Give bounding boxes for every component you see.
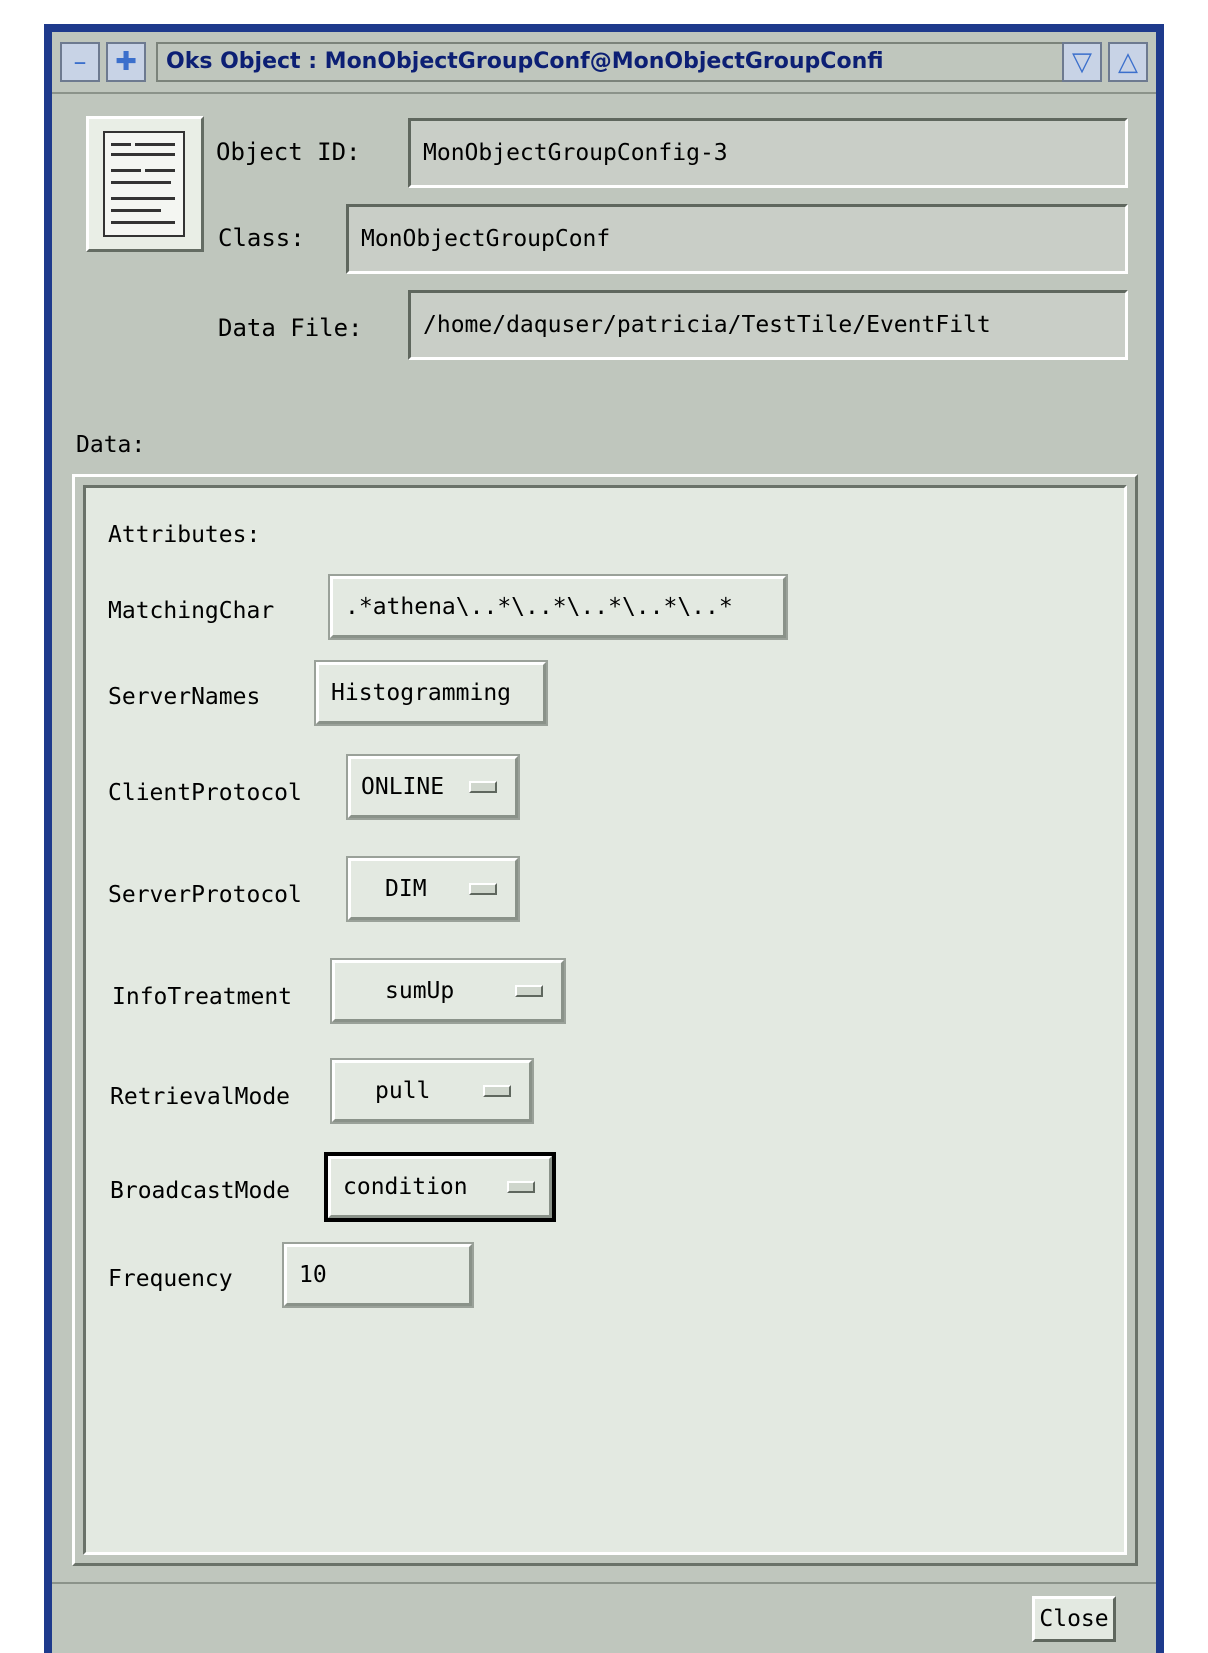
attribute-label-servernames: ServerNames	[108, 684, 261, 710]
option-menu-indicator-icon	[469, 781, 497, 793]
data-file-field[interactable]: /home/daquser/patricia/TestTile/EventFil…	[408, 290, 1128, 360]
attributes-label: Attributes:	[108, 522, 261, 548]
option-menu-indicator-icon	[483, 1085, 511, 1097]
attribute-label-broadcastmode: BroadcastMode	[110, 1178, 291, 1204]
matchingchar-input[interactable]: .*athena\..*\..*\..*\..*\..*	[328, 574, 788, 640]
attribute-label-clientprotocol: ClientProtocol	[108, 780, 302, 806]
object-header: Object ID: MonObjectGroupConfig-3 Class:…	[52, 92, 1156, 410]
button-bar: Close	[52, 1582, 1156, 1653]
infotreatment-option-menu[interactable]: sumUp	[330, 958, 566, 1024]
object-id-field[interactable]: MonObjectGroupConfig-3	[408, 118, 1128, 188]
option-menu-indicator-icon	[507, 1181, 535, 1193]
attribute-label-frequency: Frequency	[108, 1266, 233, 1292]
window-title: Oks Object : MonObjectGroupConf@MonObjec…	[156, 42, 1096, 82]
title-bar[interactable]: – ✚ Oks Object : MonObjectGroupConf@MonO…	[52, 32, 1156, 92]
document-icon	[86, 116, 204, 252]
object-window: – ✚ Oks Object : MonObjectGroupConf@MonO…	[44, 24, 1164, 1653]
clientprotocol-option-menu[interactable]: ONLINE	[346, 754, 520, 820]
minimize-triangle-icon[interactable]: ▽	[1062, 42, 1102, 82]
maximize-triangle-icon[interactable]: △	[1108, 42, 1148, 82]
infotreatment-value: sumUp	[385, 978, 455, 1004]
serverprotocol-option-menu[interactable]: DIM	[346, 856, 520, 922]
close-button[interactable]: Close	[1032, 1596, 1116, 1642]
frequency-input[interactable]: 10	[282, 1242, 474, 1308]
broadcastmode-option-menu[interactable]: condition	[324, 1152, 556, 1222]
object-id-label: Object ID:	[216, 138, 361, 166]
window-menu-icon[interactable]: –	[60, 42, 100, 82]
attribute-label-infotreatment: InfoTreatment	[112, 984, 293, 1010]
window-move-icon[interactable]: ✚	[106, 42, 146, 82]
retrievalmode-option-menu[interactable]: pull	[330, 1058, 534, 1124]
clientprotocol-value: ONLINE	[361, 774, 445, 800]
servernames-input[interactable]: Histogramming	[314, 660, 548, 726]
attribute-label-retrievalmode: RetrievalMode	[110, 1084, 291, 1110]
window-body: – ✚ Oks Object : MonObjectGroupConf@MonO…	[52, 32, 1156, 1653]
retrievalmode-value: pull	[375, 1078, 431, 1104]
data-frame: Attributes: MatchingChar .*athena\..*\..…	[72, 474, 1138, 1566]
class-field[interactable]: MonObjectGroupConf	[346, 204, 1128, 274]
data-file-label: Data File:	[218, 314, 363, 342]
class-label: Class:	[218, 224, 305, 252]
attributes-panel: Attributes: MatchingChar .*athena\..*\..…	[83, 485, 1127, 1555]
attribute-label-matchingchar: MatchingChar	[108, 598, 275, 624]
option-menu-indicator-icon	[469, 883, 497, 895]
data-label: Data:	[76, 432, 146, 458]
attribute-label-serverprotocol: ServerProtocol	[108, 882, 302, 908]
broadcastmode-value: condition	[343, 1174, 468, 1200]
option-menu-indicator-icon	[515, 985, 543, 997]
serverprotocol-value: DIM	[385, 876, 427, 902]
